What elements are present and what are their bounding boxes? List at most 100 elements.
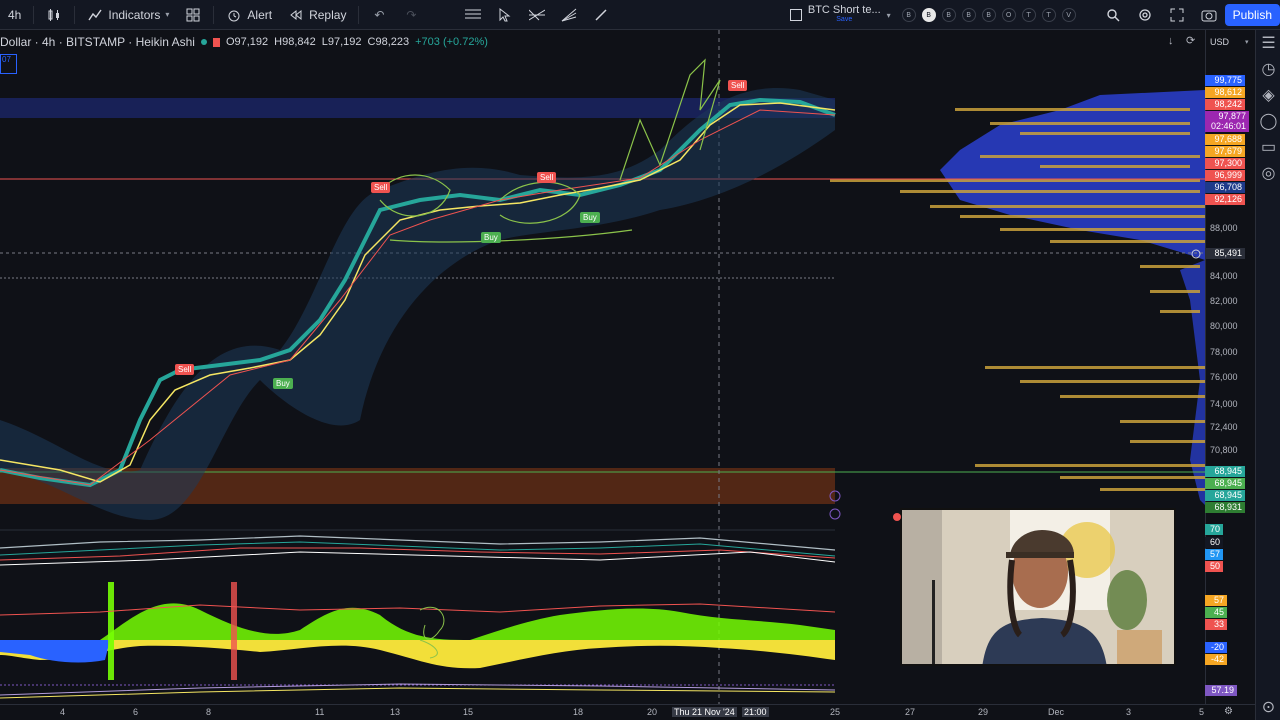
divider [358, 5, 360, 24]
drawing-lines-button[interactable] [457, 0, 489, 30]
open-value: O97,192 [225, 36, 269, 48]
trend-tool-button[interactable] [521, 0, 553, 30]
time-tick-label: 6 [133, 707, 139, 717]
indicator-visibility-pill[interactable]: V [1061, 8, 1076, 22]
streams-button[interactable]: ◎ [1256, 160, 1280, 186]
fullscreen-icon [1169, 7, 1185, 23]
volume-profile-bar [1150, 290, 1200, 293]
time-tick-label: 5 [1199, 707, 1205, 717]
price-tick-label: 74,000 [1210, 399, 1238, 409]
price-tag: 96,999 [1205, 170, 1245, 181]
indicator-visibility-pill[interactable]: T [1041, 8, 1056, 22]
layout-select[interactable]: BTC Short te... Save ▾ [782, 0, 899, 30]
settings-button[interactable] [1129, 0, 1161, 30]
help-icon: ⊙ [1261, 699, 1276, 716]
volume-profile-bar [1050, 240, 1205, 243]
indicators-icon [87, 7, 103, 23]
volume-profile-bar [990, 122, 1190, 125]
search-button[interactable] [1097, 0, 1129, 30]
price-tag: 02:46:01 [1205, 121, 1249, 132]
price-tag: 97,679 [1205, 146, 1245, 157]
grid-icon [185, 7, 201, 23]
publish-button[interactable]: Publish [1224, 4, 1280, 26]
templates-button[interactable] [177, 0, 209, 30]
time-settings-icon[interactable]: ⚙ [1224, 706, 1233, 717]
undo-icon: ↶ [374, 7, 385, 22]
brush-tool-button[interactable] [585, 0, 617, 30]
alerts-button[interactable]: ◷ [1256, 56, 1280, 82]
price-tag: 85,491 [1205, 248, 1245, 259]
volume-profile-bar [955, 108, 1190, 111]
price-tag: 57 [1205, 549, 1223, 560]
camera-icon [1201, 7, 1217, 23]
layout-name: BTC Short te... [807, 4, 881, 16]
volume-profile [830, 90, 1205, 505]
layout-name-block: BTC Short te... Save [808, 5, 881, 25]
indicator-visibility-pill[interactable]: T [1021, 8, 1036, 22]
volume-profile-bar [1060, 395, 1205, 398]
layers-icon: ◈ [1262, 87, 1275, 104]
fib-tool-button[interactable] [553, 0, 585, 30]
chart-type-button[interactable] [38, 0, 70, 30]
indicator-visibility-pill[interactable]: B [941, 8, 956, 22]
indicator-visibility-pill[interactable]: B [961, 8, 976, 22]
alert-button[interactable]: Alert [218, 0, 280, 30]
oscillator-pane-1 [0, 529, 836, 566]
currency-select[interactable]: USD ▾ [1207, 34, 1251, 50]
volume-profile-bar [1020, 380, 1205, 383]
price-tag: 68,931 [1205, 502, 1245, 513]
tradingview-app: 4h Indicators ▾ Alert Replay ↶ ↷ BTC Sho… [0, 0, 1280, 720]
help-button[interactable]: ⊙ [1256, 694, 1280, 720]
indicator-visibility-pill[interactable]: B [901, 8, 916, 22]
time-tick-label: Dec [1048, 707, 1065, 717]
zoom-icon [1105, 7, 1121, 23]
pitchfork-icon [529, 7, 546, 23]
menu-icon: ☰ [1261, 35, 1276, 52]
buy-signal-badge: Buy [273, 378, 293, 389]
price-tag: 57 [1205, 595, 1227, 606]
close-value: C98,223 [367, 36, 410, 48]
video-icon [893, 513, 901, 521]
time-tick-label: 27 [905, 707, 916, 717]
symbol-legend[interactable]: Dollar · 4h · BITSTAMP · Heikin Ashi O97… [0, 35, 488, 49]
alert-label: Alert [247, 7, 273, 22]
price-tag: 92,126 [1205, 194, 1245, 205]
fullscreen-button[interactable] [1161, 0, 1193, 30]
indicator-visibility-pill[interactable]: B [981, 8, 996, 22]
volume-profile-bar [900, 190, 1200, 193]
download-icon[interactable]: ↓ [1168, 35, 1174, 47]
webcam-handle[interactable] [893, 508, 913, 521]
snapshot-button[interactable] [1193, 0, 1225, 30]
cursor-button[interactable] [489, 0, 521, 30]
price-tag: 97,688 [1205, 134, 1245, 145]
indicators-button[interactable]: Indicators ▾ [79, 0, 177, 30]
replay-label: Replay [309, 7, 347, 22]
price-tag: 45 [1205, 607, 1227, 618]
watchlist-button[interactable]: ☰ [1256, 30, 1280, 56]
alarm-clock-icon [226, 7, 242, 23]
volume-profile-bar [1000, 228, 1205, 231]
time-tick-label: 4 [60, 707, 66, 717]
price-tag: -42 [1205, 654, 1227, 665]
indicators-label: Indicators [108, 7, 161, 22]
redo-button[interactable]: ↷ [395, 0, 427, 30]
sell-signal-badge: Sell [175, 364, 195, 375]
volume-profile-bar [1040, 165, 1190, 168]
time-tick-label: 21:00 [742, 707, 769, 717]
indicator-visibility-pill[interactable]: O [1001, 8, 1016, 22]
indicator-pills: BBBBBOTTV [899, 8, 1079, 22]
layers-button[interactable]: ◈ [1256, 82, 1280, 108]
event-marker[interactable] [829, 508, 841, 520]
price-tick-label: 76,000 [1210, 372, 1238, 382]
volume-profile-bar [1160, 310, 1200, 313]
replay-button[interactable]: Replay [280, 0, 354, 30]
publish-label: Publish [1232, 8, 1272, 22]
interval-button[interactable]: 4h [0, 0, 29, 30]
time-scale[interactable] [0, 704, 1255, 720]
ideas-button[interactable]: ◯ [1256, 108, 1280, 134]
undo-button[interactable]: ↶ [363, 0, 395, 30]
refresh-icon[interactable]: ⟳ [1186, 34, 1195, 47]
chat-button[interactable]: ▭ [1256, 134, 1280, 160]
indicator-visibility-pill[interactable]: B [921, 8, 936, 22]
left-edge-stub: 07 [0, 54, 17, 74]
